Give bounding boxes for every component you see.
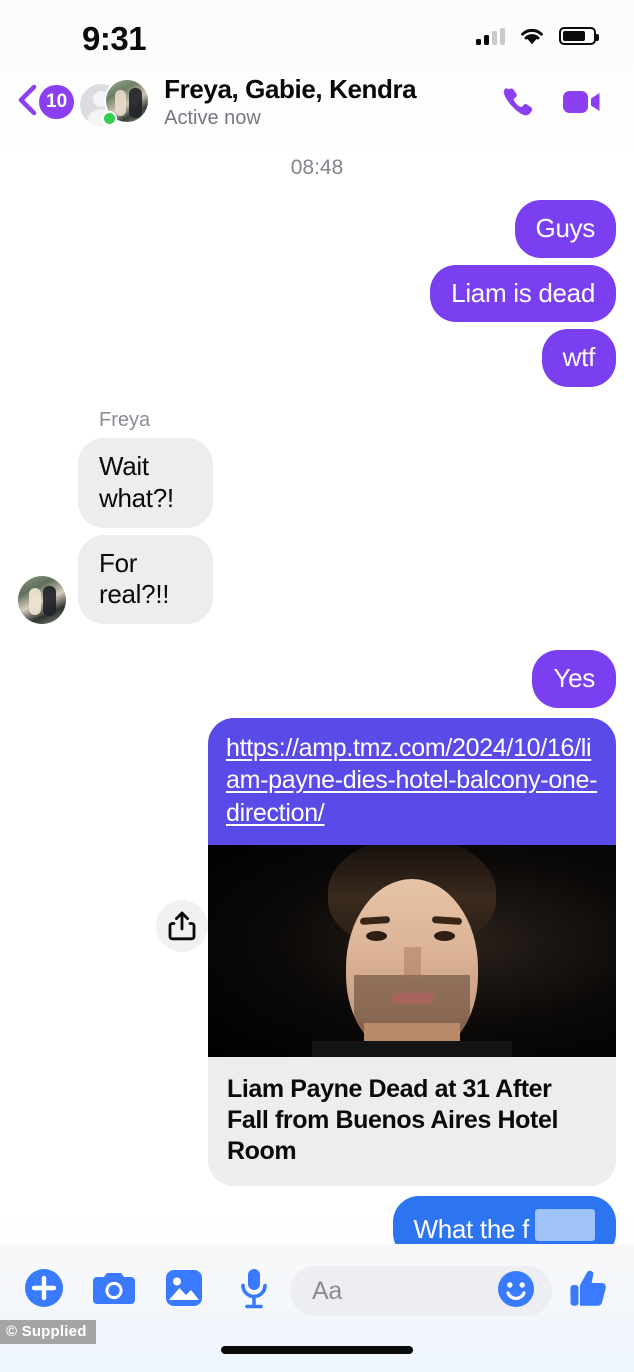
wifi-icon xyxy=(518,26,546,46)
message-bubble-outgoing[interactable]: Liam is dead xyxy=(430,264,616,323)
unread-count-badge: 10 xyxy=(39,85,75,119)
smiley-face-icon[interactable] xyxy=(496,1269,536,1314)
link-preview-image xyxy=(208,845,616,1058)
status-bar-indicators xyxy=(476,26,599,46)
header-actions xyxy=(500,84,602,120)
battery-icon xyxy=(559,27,599,45)
message-bubble-incoming[interactable]: For real?!! xyxy=(78,534,214,625)
conversation-timestamp: 08:48 xyxy=(290,156,344,179)
message-row: Liam is dead xyxy=(18,264,616,323)
message-text: What the f xyxy=(413,1214,530,1245)
message-bubble-incoming[interactable]: Wait what?! xyxy=(78,438,214,528)
message-row: wtf xyxy=(18,329,616,388)
sender-avatar[interactable] xyxy=(18,576,66,625)
sender-name-label: Freya xyxy=(99,409,151,432)
link-preview-title: Liam Payne Dead at 31 After Fall from Bu… xyxy=(227,1075,558,1166)
phone-call-icon[interactable] xyxy=(500,84,536,120)
message-list[interactable]: 08:48 Guys Liam is dead wtf Freya Wait w… xyxy=(0,138,634,1250)
link-preview-card[interactable]: https://amp.tmz.com/2024/10/16/liam-payn… xyxy=(208,717,616,1187)
photo-gallery-icon[interactable] xyxy=(162,1266,206,1310)
chat-title: Freya, Gabie, Kendra xyxy=(164,74,417,104)
microphone-icon[interactable] xyxy=(232,1266,276,1310)
incoming-bubble-stack: Wait what?! For real?!! xyxy=(78,438,252,625)
supplied-watermark: © Supplied xyxy=(0,1320,96,1344)
message-input-field[interactable]: Aa xyxy=(290,1266,552,1316)
chat-presence-status: Active now xyxy=(164,107,261,129)
composer-action-icons xyxy=(22,1266,276,1310)
messenger-chat-screen: 9:31 10 Freya, Gabie, Kendra Active now xyxy=(0,0,634,1372)
message-bubble-outgoing[interactable]: Guys xyxy=(514,200,616,258)
incoming-message-group: Wait what?! For real?!! xyxy=(18,438,252,625)
camera-icon[interactable] xyxy=(92,1266,136,1310)
message-row-link-preview: https://amp.tmz.com/2024/10/16/liam-payn… xyxy=(18,717,616,1187)
back-chevron-icon xyxy=(14,82,40,123)
status-bar-time: 9:31 xyxy=(82,20,147,57)
share-export-icon[interactable] xyxy=(156,900,208,952)
home-indicator xyxy=(221,1346,413,1354)
chat-header: 10 Freya, Gabie, Kendra Active now xyxy=(0,66,634,138)
message-row: Yes xyxy=(18,650,616,708)
censor-block xyxy=(535,1209,595,1242)
status-bar: 9:31 xyxy=(0,0,634,66)
message-bubble-outgoing[interactable]: wtf xyxy=(541,329,616,388)
thumbs-up-icon[interactable] xyxy=(566,1266,612,1312)
message-bubble-outgoing-censored[interactable]: What the f xyxy=(392,1196,616,1250)
plus-circle-icon[interactable] xyxy=(22,1266,66,1310)
message-row: Guys xyxy=(18,200,616,258)
chat-title-block[interactable]: Freya, Gabie, Kendra Active now xyxy=(164,74,500,130)
message-row: Wait what?! For real?!! xyxy=(18,438,616,625)
link-url-text[interactable]: https://amp.tmz.com/2024/10/16/liam-payn… xyxy=(208,717,616,846)
message-input-placeholder: Aa xyxy=(312,1276,342,1305)
group-avatar[interactable] xyxy=(80,78,154,126)
back-button[interactable]: 10 xyxy=(14,82,75,123)
video-call-icon[interactable] xyxy=(562,87,602,117)
message-row: What the f xyxy=(18,1196,616,1250)
cellular-signal-icon xyxy=(476,27,505,45)
message-bubble-outgoing[interactable]: Yes xyxy=(532,650,616,708)
